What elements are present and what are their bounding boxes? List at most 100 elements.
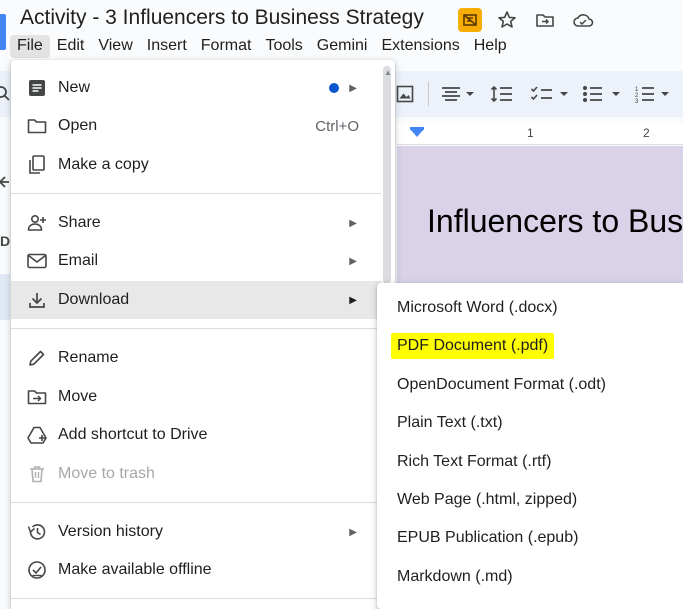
cloud-status-icon[interactable] bbox=[570, 7, 596, 33]
menu-item-move[interactable]: Move bbox=[11, 378, 381, 416]
folder-icon bbox=[27, 116, 47, 136]
submenu-arrow-icon: ▶ bbox=[349, 255, 357, 267]
menu-item-label: New bbox=[58, 79, 91, 96]
menu-item-share[interactable]: Share ▶ bbox=[11, 204, 381, 242]
docs-window: Activity - 3 Influencers to Business Str… bbox=[0, 0, 683, 609]
menu-divider bbox=[11, 193, 381, 194]
document-title[interactable]: Activity - 3 Influencers to Business Str… bbox=[20, 6, 424, 30]
menu-divider bbox=[11, 598, 381, 599]
numbered-list-menu-icon[interactable]: 123 bbox=[635, 83, 679, 105]
menubar: File Edit View Insert Format Tools Gemin… bbox=[10, 35, 514, 58]
menu-item-download[interactable]: Download ▶ bbox=[11, 281, 381, 319]
menu-divider bbox=[11, 328, 381, 329]
document-icon bbox=[27, 78, 47, 98]
download-option-odt[interactable]: OpenDocument Format (.odt) bbox=[377, 366, 683, 404]
menu-file[interactable]: File bbox=[10, 35, 50, 58]
menu-item-label: Add shortcut to Drive bbox=[58, 426, 208, 443]
svg-text:3: 3 bbox=[635, 99, 639, 103]
ruler-mark: 1 bbox=[527, 126, 534, 140]
download-option-epub[interactable]: EPUB Publication (.epub) bbox=[377, 519, 683, 557]
menu-item-make-copy[interactable]: Make a copy bbox=[11, 146, 381, 184]
menu-item-label: Download bbox=[58, 291, 130, 308]
download-option-rtf[interactable]: Rich Text Format (.rtf) bbox=[377, 443, 683, 481]
copy-icon bbox=[27, 155, 47, 175]
menu-item-version-history[interactable]: Version history ▶ bbox=[11, 513, 381, 551]
ruler: 1 2 bbox=[397, 123, 683, 145]
history-icon bbox=[27, 522, 47, 542]
bulleted-list-menu-icon[interactable] bbox=[582, 83, 626, 105]
outline-letter: D bbox=[0, 233, 11, 249]
add-person-icon bbox=[27, 213, 47, 233]
email-icon bbox=[27, 251, 47, 271]
submenu-arrow-icon: ▶ bbox=[349, 294, 357, 306]
not-synced-badge-icon[interactable] bbox=[458, 8, 482, 32]
menu-item-label: Make a copy bbox=[58, 156, 149, 173]
download-option-md[interactable]: Markdown (.md) bbox=[377, 558, 683, 596]
move-folder-icon[interactable] bbox=[532, 7, 558, 33]
new-indicator-dot bbox=[329, 83, 339, 93]
download-option-label: Plain Text (.txt) bbox=[397, 414, 503, 431]
download-option-label: EPUB Publication (.epub) bbox=[397, 529, 579, 546]
shortcut-text: Ctrl+O bbox=[315, 117, 359, 135]
menu-item-email[interactable]: Email ▶ bbox=[11, 242, 381, 280]
drive-shortcut-icon bbox=[27, 425, 47, 445]
download-option-pdf[interactable]: PDF Document (.pdf) bbox=[377, 327, 683, 365]
submenu-arrow-icon: ▶ bbox=[349, 526, 357, 538]
title-actions bbox=[458, 7, 596, 33]
insert-image-icon[interactable] bbox=[396, 83, 414, 105]
menu-item-open[interactable]: Open Ctrl+O bbox=[11, 107, 381, 145]
page-heading: Influencers to Bus bbox=[427, 203, 683, 239]
download-option-label: OpenDocument Format (.odt) bbox=[397, 376, 606, 393]
download-option-txt[interactable]: Plain Text (.txt) bbox=[377, 404, 683, 442]
menu-item-make-offline[interactable]: Make available offline bbox=[11, 551, 381, 589]
line-spacing-icon[interactable] bbox=[490, 83, 514, 105]
file-menu: ▲ New ▶ Open Ctrl+O Make a copy Share ▶ … bbox=[11, 60, 395, 609]
menu-item-label: Move bbox=[58, 388, 98, 405]
star-icon[interactable] bbox=[494, 7, 520, 33]
menu-item-new[interactable]: New ▶ bbox=[11, 69, 381, 107]
search-menus-icon[interactable] bbox=[0, 83, 10, 105]
menu-item-label: Version history bbox=[58, 523, 163, 540]
download-option-html[interactable]: Web Page (.html, zipped) bbox=[377, 481, 683, 519]
back-arrow-icon[interactable] bbox=[0, 171, 10, 193]
offline-check-icon bbox=[27, 560, 47, 580]
menu-item-label: Share bbox=[58, 214, 101, 231]
menu-item-label: Rename bbox=[58, 349, 119, 366]
menu-edit[interactable]: Edit bbox=[50, 35, 92, 58]
scroll-up-arrow-icon[interactable]: ▲ bbox=[384, 68, 392, 77]
menu-item-move-to-trash[interactable]: Move to trash bbox=[11, 455, 381, 493]
download-option-label-highlighted: PDF Document (.pdf) bbox=[391, 333, 555, 359]
move-folder-icon bbox=[27, 387, 47, 407]
submenu-arrow-icon: ▶ bbox=[349, 82, 357, 94]
docs-logo-icon[interactable] bbox=[0, 14, 6, 50]
download-option-label: Web Page (.html, zipped) bbox=[397, 491, 578, 508]
indent-marker-icon[interactable] bbox=[410, 129, 424, 137]
menu-view[interactable]: View bbox=[91, 35, 139, 58]
checklist-menu-icon[interactable] bbox=[530, 83, 572, 105]
menu-scrollbar[interactable] bbox=[383, 66, 391, 284]
submenu-arrow-icon: ▶ bbox=[349, 217, 357, 229]
outline-selected-item[interactable] bbox=[0, 274, 10, 320]
download-option-docx[interactable]: Microsoft Word (.docx) bbox=[377, 289, 683, 327]
pencil-icon bbox=[27, 348, 47, 368]
menu-item-label: Make available offline bbox=[58, 561, 212, 578]
trash-icon bbox=[27, 464, 47, 484]
menu-extensions[interactable]: Extensions bbox=[374, 35, 466, 58]
menu-insert[interactable]: Insert bbox=[140, 35, 194, 58]
menu-tools[interactable]: Tools bbox=[258, 35, 309, 58]
align-menu-icon[interactable] bbox=[440, 83, 478, 105]
download-option-label: Microsoft Word (.docx) bbox=[397, 299, 558, 316]
toolbar-divider bbox=[428, 82, 429, 106]
ruler-mark: 2 bbox=[643, 126, 650, 140]
menu-item-label: Open bbox=[58, 117, 98, 134]
menu-gemini[interactable]: Gemini bbox=[310, 35, 375, 58]
menu-format[interactable]: Format bbox=[194, 35, 259, 58]
menu-item-rename[interactable]: Rename bbox=[11, 339, 381, 377]
menu-item-label: Email bbox=[58, 252, 99, 269]
download-option-label: Markdown (.md) bbox=[397, 568, 513, 585]
download-icon bbox=[27, 290, 47, 310]
download-submenu: Microsoft Word (.docx) PDF Document (.pd… bbox=[377, 283, 683, 609]
menu-item-add-shortcut[interactable]: Add shortcut to Drive bbox=[11, 416, 381, 454]
menu-help[interactable]: Help bbox=[467, 35, 514, 58]
menu-item-label: Move to trash bbox=[58, 465, 155, 482]
